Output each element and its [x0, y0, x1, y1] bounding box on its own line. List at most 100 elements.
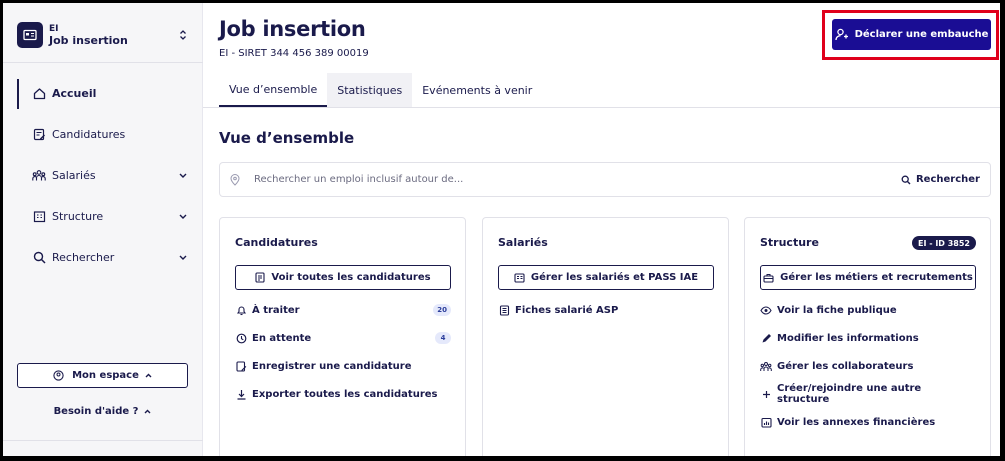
clock-icon — [235, 332, 247, 344]
search-icon — [901, 175, 911, 184]
button-label: Gérer les salariés et PASS IAE — [530, 272, 699, 283]
sidebar-item-label: Structure — [52, 210, 104, 223]
chevron-up-icon — [145, 373, 152, 378]
link-modifier-informations[interactable]: Modifier les informations — [760, 324, 976, 352]
page-subtitle: EI - SIRET 344 456 389 00019 — [219, 48, 369, 59]
link-label: Exporter toutes les candidatures — [252, 388, 438, 400]
main-content: Job insertion EI - SIRET 344 456 389 000… — [203, 3, 1000, 456]
card-title: Candidatures — [235, 236, 318, 249]
pencil-icon — [760, 332, 772, 344]
plus-icon — [760, 388, 772, 400]
link-label: Voir la fiche publique — [777, 304, 897, 316]
sidebar-item-label: Accueil — [52, 87, 97, 100]
sidebar-item-rechercher[interactable]: Rechercher — [17, 241, 189, 274]
link-creer-rejoindre-structure[interactable]: Créer/rejoindre une autre structure — [760, 380, 976, 408]
divider — [3, 440, 203, 441]
card-title: Salariés — [498, 236, 548, 249]
file-edit-icon — [235, 360, 247, 372]
organization-kind: EI — [49, 23, 59, 34]
team-icon — [760, 360, 772, 372]
chevron-down-icon — [179, 214, 189, 219]
card-structure: Structure EI - ID 3852 Gérer les métiers… — [744, 217, 991, 456]
sidebar-item-accueil[interactable]: Accueil — [17, 77, 189, 110]
dashboard-cards: Candidatures Voir toutes les candidature… — [219, 217, 991, 456]
link-en-attente[interactable]: En attente 4 — [235, 324, 451, 352]
card-title: Structure — [760, 236, 819, 249]
link-enregistrer-candidature[interactable]: Enregistrer une candidature — [235, 352, 451, 380]
job-search-bar: Rechercher un emploi inclusif autour de.… — [219, 162, 991, 197]
app-frame: EI Job insertion Accueil Candidatures Sa… — [3, 3, 1000, 456]
help-button[interactable]: Besoin d'aide ? — [17, 401, 188, 421]
search-icon — [32, 251, 46, 265]
button-label: Gérer les métiers et recrutements — [780, 272, 973, 283]
briefcase-icon — [763, 273, 774, 283]
card-candidatures: Candidatures Voir toutes les candidature… — [219, 217, 466, 456]
tab-label: Evénements à venir — [422, 83, 533, 97]
map-pin-icon — [230, 173, 240, 186]
id-card-icon — [514, 272, 525, 283]
sidebar-item-candidatures[interactable]: Candidatures — [17, 118, 189, 151]
view-all-candidatures-button[interactable]: Voir toutes les candidatures — [235, 265, 451, 290]
link-label: Enregistrer une candidature — [252, 360, 412, 372]
link-annexes-financieres[interactable]: Voir les annexes financières — [760, 408, 976, 436]
sidebar-item-label: Candidatures — [52, 128, 126, 141]
search-button-label: Rechercher — [915, 174, 980, 185]
manage-jobs-button[interactable]: Gérer les métiers et recrutements — [760, 265, 976, 290]
sidebar: EI Job insertion Accueil Candidatures Sa… — [3, 3, 203, 456]
my-space-button[interactable]: Mon espace — [17, 363, 188, 388]
link-fiche-publique[interactable]: Voir la fiche publique — [760, 296, 976, 324]
sidebar-item-label: Rechercher — [52, 251, 115, 264]
organization-logo-icon — [17, 22, 43, 48]
highlight-box — [822, 10, 999, 60]
section-title: Vue d’ensemble — [219, 129, 355, 147]
team-icon — [32, 169, 46, 183]
my-space-label: Mon espace — [72, 370, 139, 381]
home-icon — [32, 87, 46, 101]
organization-switcher[interactable]: EI Job insertion — [17, 17, 189, 53]
manage-employees-button[interactable]: Gérer les salariés et PASS IAE — [498, 265, 714, 290]
sidebar-item-structure[interactable]: Structure — [17, 200, 189, 233]
help-label: Besoin d'aide ? — [53, 405, 139, 417]
count-badge: 4 — [435, 332, 451, 344]
tab-statistiques[interactable]: Statistiques — [327, 73, 413, 107]
bell-icon — [235, 304, 247, 316]
link-label: Créer/rejoindre une autre structure — [777, 383, 922, 405]
link-label: Voir les annexes financières — [777, 416, 936, 428]
tab-bar: Vue d’ensemble Statistiques Evénements à… — [219, 73, 542, 107]
sidebar-item-salaries[interactable]: Salariés — [17, 159, 189, 192]
user-circle-icon — [53, 370, 64, 381]
link-exporter-candidatures[interactable]: Exporter toutes les candidatures — [235, 380, 451, 408]
link-label: Gérer les collaborateurs — [777, 360, 914, 372]
link-gerer-collaborateurs[interactable]: Gérer les collaborateurs — [760, 352, 976, 380]
search-button[interactable]: Rechercher — [901, 174, 980, 185]
link-label: À traiter — [252, 304, 300, 316]
document-icon — [255, 272, 265, 283]
building-icon — [32, 210, 46, 224]
file-edit-icon — [32, 128, 46, 142]
chevron-up-down-icon — [177, 27, 189, 43]
link-fiches-salarie-asp[interactable]: Fiches salarié ASP — [498, 296, 714, 324]
organization-name: Job insertion — [49, 33, 128, 47]
tab-label: Vue d’ensemble — [229, 82, 318, 96]
structure-id-badge: EI - ID 3852 — [912, 236, 976, 250]
download-icon — [235, 388, 247, 400]
link-label: Modifier les informations — [777, 332, 919, 344]
search-input[interactable]: Rechercher un emploi inclusif autour de.… — [254, 174, 901, 185]
chevron-up-icon — [144, 409, 151, 414]
list-document-icon — [498, 304, 510, 316]
sidebar-item-label: Salariés — [52, 169, 96, 182]
tab-vue-ensemble[interactable]: Vue d’ensemble — [219, 73, 328, 107]
eye-icon — [760, 304, 772, 316]
link-a-traiter[interactable]: À traiter 20 — [235, 296, 451, 324]
tab-evenements[interactable]: Evénements à venir — [412, 73, 542, 107]
document-chart-icon — [760, 416, 772, 428]
link-label: Fiches salarié ASP — [515, 304, 619, 316]
divider — [3, 62, 203, 63]
chevron-down-icon — [179, 255, 189, 260]
sidebar-nav: Accueil Candidatures Salariés Structure … — [17, 77, 189, 282]
count-badge: 20 — [433, 304, 451, 316]
tab-divider — [203, 107, 1000, 108]
link-label: En attente — [252, 332, 312, 344]
tab-label: Statistiques — [337, 83, 403, 97]
chevron-down-icon — [179, 173, 189, 178]
